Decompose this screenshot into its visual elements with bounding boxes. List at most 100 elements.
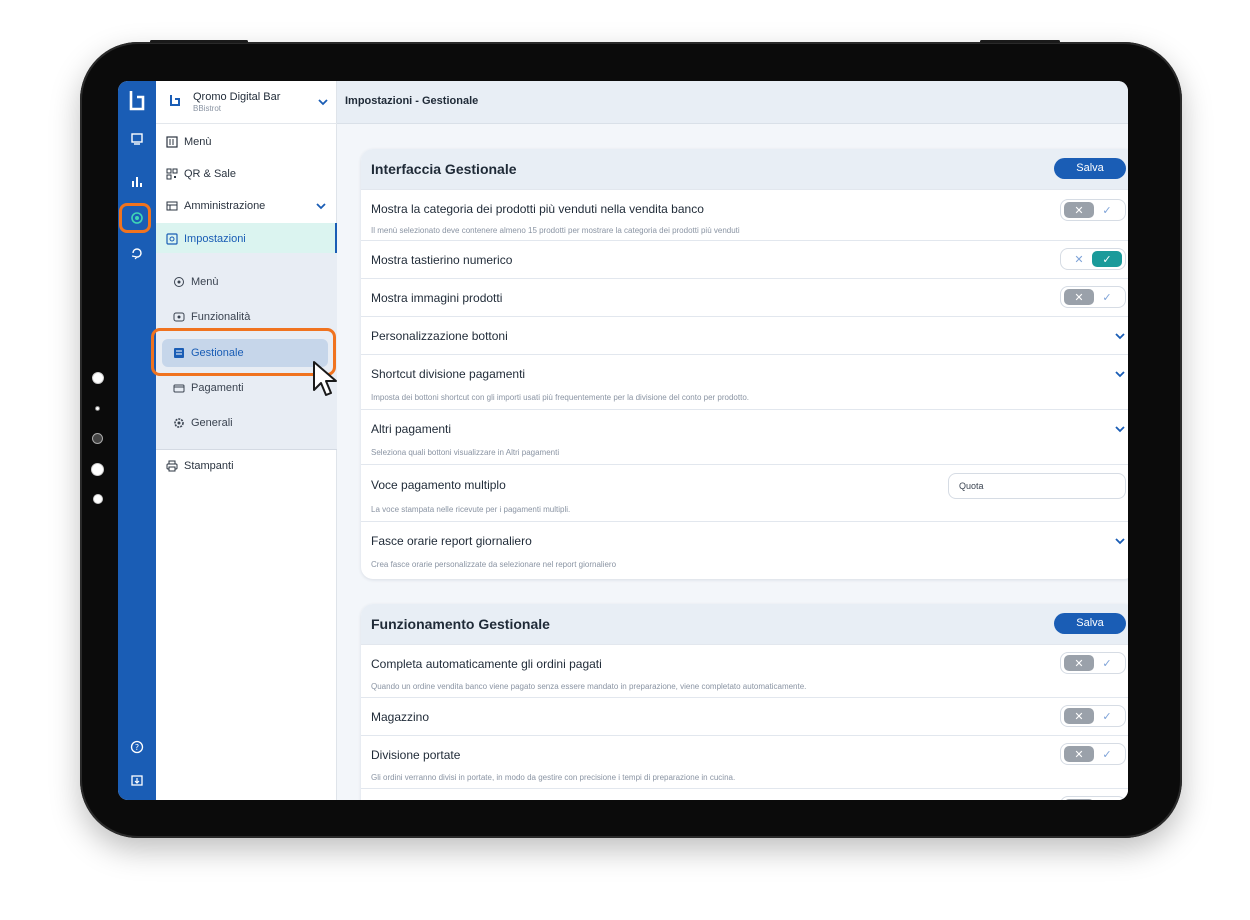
camera-dot [92, 372, 104, 384]
setting-description: Imposta dei bottoni shortcut con gli imp… [371, 393, 749, 402]
setting-title: Fasce orarie report giornaliero [371, 534, 532, 548]
sidebar-item-menu[interactable]: Menù [156, 126, 337, 158]
setting-row: Voce pagamento multiplo La voce stampata… [361, 464, 1128, 521]
setting-row-expandable[interactable]: Fasce orarie report giornaliero Crea fas… [361, 521, 1128, 577]
setting-title: Completa automaticamente gli ordini paga… [371, 657, 602, 671]
top-button [150, 40, 248, 43]
multi-payment-label-input[interactable]: Quota [948, 473, 1126, 499]
setting-row-partial [361, 788, 1128, 800]
gear-icon [172, 417, 185, 430]
setting-title: Divisione portate [371, 748, 461, 762]
toggle-switch[interactable]: ✕ ✓ [1060, 705, 1126, 727]
subnav-item-label: Generali [191, 417, 233, 429]
stats-icon[interactable] [127, 171, 147, 191]
close-icon: ✕ [1064, 746, 1094, 762]
mouse-cursor-icon [313, 361, 337, 396]
chevron-down-icon [318, 99, 328, 106]
setting-title: Magazzino [371, 710, 430, 724]
save-button[interactable]: Salva [1054, 158, 1126, 179]
setting-description: La voce stampata nelle ricevute per i pa… [371, 505, 571, 514]
check-icon: ✓ [1102, 748, 1112, 761]
toggle-switch[interactable] [1060, 796, 1126, 800]
sync-icon[interactable] [127, 243, 147, 263]
app-logo[interactable] [127, 89, 147, 111]
setting-description: Seleziona quali bottoni visualizzare in … [371, 448, 560, 457]
toggle-switch[interactable]: ✕ ✓ [1060, 743, 1126, 765]
icon-rail: ? [118, 81, 156, 800]
qr-icon [165, 168, 178, 181]
sensor-dot [95, 406, 100, 411]
toggle-switch[interactable]: ✕ ✓ [1060, 286, 1126, 308]
setting-row-expandable[interactable]: Personalizzazione bottoni [361, 316, 1128, 354]
setting-title: Altri pagamenti [371, 422, 452, 436]
close-icon [1064, 799, 1094, 800]
setting-row-expandable[interactable]: Altri pagamenti Seleziona quali bottoni … [361, 409, 1128, 464]
sensor-ring [91, 463, 104, 476]
card-title: Interfaccia Gestionale [371, 161, 517, 177]
subnav-item-general[interactable]: Generali [156, 408, 337, 438]
setting-row-expandable[interactable]: Shortcut divisione pagamenti Imposta dei… [361, 354, 1128, 409]
close-icon: ✕ [1064, 708, 1094, 724]
chevron-down-icon [1115, 426, 1125, 433]
save-button[interactable]: Salva [1054, 613, 1126, 634]
chevron-down-icon [316, 203, 326, 210]
app-screen: ? Qromo Digital Bar BBistrot Menù QR & S… [118, 81, 1128, 800]
chevron-down-icon [1115, 333, 1125, 340]
chevron-down-icon [1115, 538, 1125, 545]
setting-description: Quando un ordine vendita banco viene pag… [371, 682, 807, 691]
sidebar-item-label: Menù [184, 136, 212, 148]
settings-highlight [119, 203, 151, 233]
sidebar-item-label: Stampanti [184, 460, 234, 472]
venue-sub: BBistrot [193, 104, 222, 113]
setting-title: Shortcut divisione pagamenti [371, 367, 526, 381]
card-header: Interfaccia Gestionale Salva [361, 149, 1128, 189]
payments-icon [172, 382, 185, 395]
check-icon: ✓ [1102, 204, 1112, 217]
sidebar: Qromo Digital Bar BBistrot Menù QR & Sal… [156, 81, 337, 800]
subnav-item-menu[interactable]: Menù [156, 267, 337, 297]
monitor-icon[interactable] [127, 771, 147, 791]
gestionale-highlight [151, 328, 336, 376]
camera-lens [92, 433, 103, 444]
sidebar-item-printers[interactable]: Stampanti [156, 450, 337, 482]
subnav-item-label: Funzionalità [191, 311, 251, 323]
settings-box-icon [165, 233, 178, 246]
setting-description: Gli ordini verranno divisi in portate, i… [371, 773, 736, 782]
functioning-card: Funzionamento Gestionale Salva Completa … [361, 604, 1128, 800]
orders-icon[interactable] [127, 129, 147, 149]
admin-icon [165, 200, 178, 213]
setting-title: Mostra tastierino numerico [371, 253, 513, 267]
sensor-ring-2 [93, 494, 103, 504]
sidebar-item-label: Amministrazione [184, 200, 266, 212]
venue-name: Qromo Digital Bar [193, 91, 281, 103]
venue-selector[interactable]: Qromo Digital Bar BBistrot [156, 81, 337, 124]
setting-row: Mostra la categoria dei prodotti più ven… [361, 189, 1128, 240]
toggle-switch[interactable]: ✕ ✓ [1060, 652, 1126, 674]
setting-description: Crea fasce orarie personalizzate da sele… [371, 560, 617, 569]
check-icon: ✓ [1102, 291, 1112, 304]
subnav-item-label: Menù [191, 276, 219, 288]
subnav-item-label: Pagamenti [191, 382, 244, 394]
setting-row: Magazzino ✕ ✓ [361, 697, 1128, 735]
check-icon: ✓ [1102, 657, 1112, 670]
chevron-down-icon [1115, 371, 1125, 378]
menu-book-icon [165, 136, 178, 149]
setting-title: Voce pagamento multiplo [371, 478, 506, 492]
toggle-switch[interactable]: ✕ ✓ [1060, 199, 1126, 221]
sidebar-item-qr[interactable]: QR & Sale [156, 158, 337, 190]
sidebar-item-settings[interactable]: Impostazioni [156, 223, 337, 255]
close-icon: ✕ [1064, 202, 1094, 218]
sidebar-item-admin[interactable]: Amministrazione [156, 190, 337, 222]
setting-description: Il menù selezionato deve contenere almen… [371, 226, 740, 235]
help-icon[interactable]: ? [127, 737, 147, 757]
close-icon: ✕ [1064, 655, 1094, 671]
toggle-switch[interactable]: ✕ ✓ [1060, 248, 1126, 270]
interface-card: Interfaccia Gestionale Salva Mostra la c… [361, 149, 1128, 579]
svg-text:?: ? [135, 743, 139, 752]
card-header: Funzionamento Gestionale Salva [361, 604, 1128, 644]
sidebar-item-label: Impostazioni [184, 233, 246, 245]
features-icon [172, 311, 185, 324]
sidebar-item-label: QR & Sale [184, 168, 236, 180]
close-icon: ✕ [1064, 289, 1094, 305]
top-button-right [980, 40, 1060, 43]
